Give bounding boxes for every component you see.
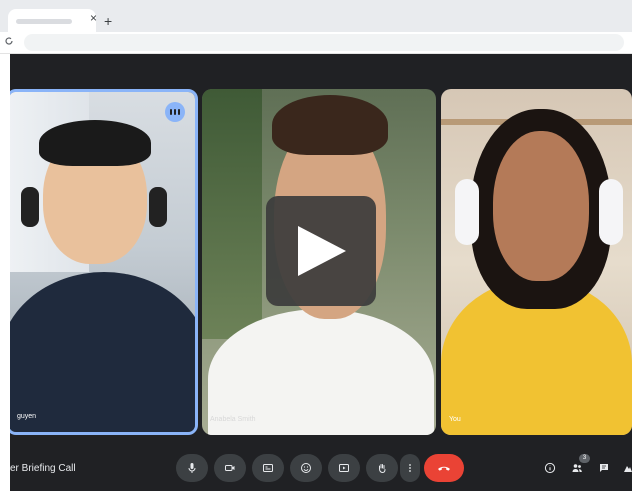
present-icon (339, 464, 349, 472)
participant-head (493, 131, 589, 281)
more-vert-icon (409, 464, 411, 472)
reload-icon[interactable] (4, 35, 14, 49)
activities-icon (624, 466, 632, 472)
people-icon (572, 464, 582, 472)
chat-icon (600, 464, 608, 472)
participant-name: guyen (17, 413, 37, 420)
address-bar[interactable] (24, 34, 624, 51)
participant-hair (39, 120, 151, 166)
participant-body (10, 272, 195, 432)
emoji-icon (301, 463, 311, 473)
play-button[interactable] (266, 196, 376, 306)
meeting-title: er Briefing Call (10, 463, 76, 474)
info-icon (544, 462, 556, 474)
plant-background (202, 89, 262, 339)
emoji-button[interactable] (290, 454, 322, 482)
headphones-icon (455, 179, 479, 245)
end-call-icon (438, 466, 450, 471)
browser-toolbar (0, 32, 632, 54)
participant-count-badge: 3 (579, 454, 590, 463)
participant-tile-3[interactable]: You (441, 89, 632, 435)
present-button[interactable] (328, 454, 360, 482)
headset-icon-right (149, 187, 167, 227)
tab-close-icon[interactable]: × (90, 12, 97, 24)
screenshot-frame: × + guyen Anabela Smith You er Briefing … (0, 0, 632, 491)
play-icon (298, 226, 346, 276)
speaking-indicator-icon (165, 102, 185, 122)
more-options-button[interactable] (400, 454, 420, 482)
tab-title-placeholder (16, 19, 72, 24)
camera-icon (225, 465, 235, 471)
hand-icon (379, 464, 386, 474)
raise-hand-button[interactable] (366, 454, 398, 482)
browser-tabstrip: × + (0, 0, 632, 32)
participant-name: Anabela Smith (210, 416, 256, 423)
headset-icon (21, 187, 39, 227)
mic-button[interactable] (176, 454, 208, 482)
participant-name: You (449, 416, 461, 423)
captions-button[interactable] (252, 454, 284, 482)
activities-button[interactable] (620, 460, 632, 476)
participant-hair (272, 95, 388, 155)
end-call-button[interactable] (424, 454, 464, 482)
browser-tab[interactable]: × (8, 9, 97, 32)
headphones-icon-right (599, 179, 623, 245)
new-tab-button[interactable]: + (104, 14, 112, 28)
mic-icon (188, 463, 196, 473)
captions-icon (263, 464, 273, 472)
chat-button[interactable] (596, 460, 612, 476)
participant-tile-1[interactable]: guyen (10, 89, 198, 435)
camera-button[interactable] (214, 454, 246, 482)
info-button[interactable] (542, 460, 558, 476)
